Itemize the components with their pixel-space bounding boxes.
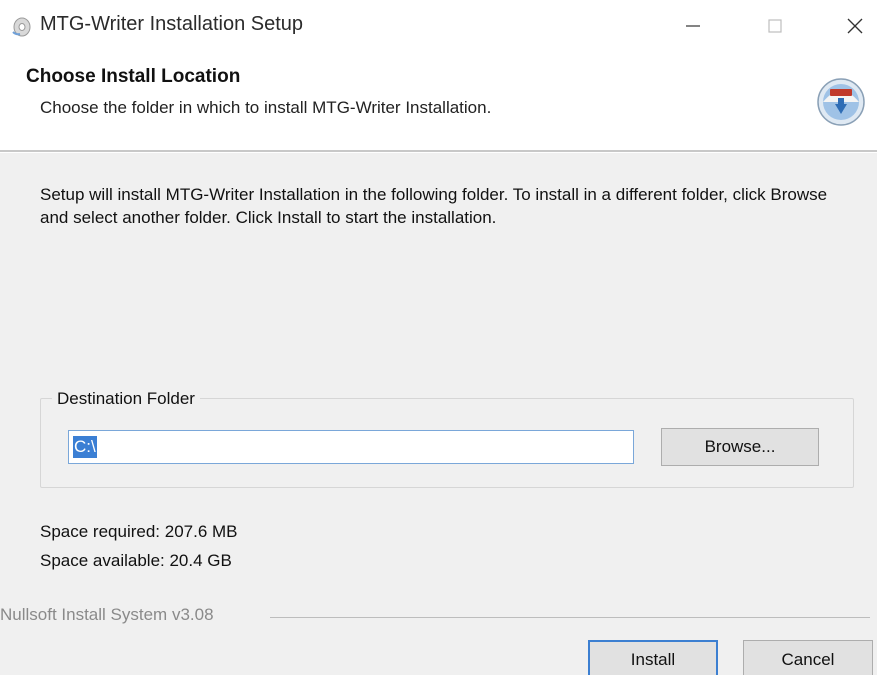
destination-path-value: C:\ xyxy=(73,436,97,458)
page-header: Choose Install Location Choose the folde… xyxy=(0,52,877,150)
page-title: Choose Install Location xyxy=(26,66,241,87)
installer-window: MTG-Writer Installation Setup Choose Ins… xyxy=(0,0,877,675)
install-button[interactable]: Install xyxy=(588,640,718,675)
install-description: Setup will install MTG-Writer Installati… xyxy=(40,185,828,227)
space-available: Space available: 20.4 GB xyxy=(40,551,232,570)
close-button[interactable] xyxy=(832,8,877,44)
minimize-button[interactable] xyxy=(670,8,716,44)
destination-path-input[interactable]: C:\ xyxy=(68,430,634,464)
window-title: MTG-Writer Installation Setup xyxy=(40,13,304,35)
maximize-button[interactable] xyxy=(752,8,798,44)
page-subtitle: Choose the folder in which to install MT… xyxy=(40,98,492,117)
minimize-icon xyxy=(686,25,700,27)
space-required: Space required: 207.6 MB xyxy=(40,522,238,541)
maximize-icon xyxy=(768,19,782,33)
installer-disc-icon xyxy=(10,16,32,38)
cancel-button[interactable]: Cancel xyxy=(743,640,873,675)
title-bar[interactable]: MTG-Writer Installation Setup xyxy=(0,0,877,52)
nsis-branding: Nullsoft Install System v3.08 xyxy=(0,605,214,624)
close-icon xyxy=(847,18,863,34)
footer-divider xyxy=(270,617,870,618)
nsis-installer-icon xyxy=(815,76,867,128)
browse-button[interactable]: Browse... xyxy=(661,428,819,466)
destination-folder-label: Destination Folder xyxy=(52,389,200,409)
header-divider xyxy=(0,150,877,153)
